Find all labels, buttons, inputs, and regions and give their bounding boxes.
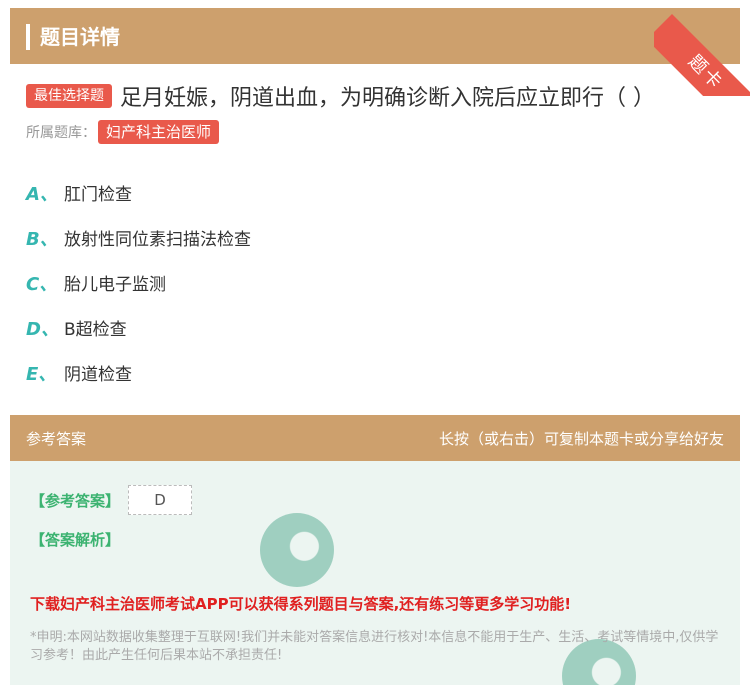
option-letter: A、 <box>26 183 58 205</box>
option-d[interactable]: D、 B超检查 <box>26 305 251 350</box>
answer-value: D <box>128 485 193 515</box>
options-list: A、 肛门检查 B、 放射性同位素扫描法检查 C、 胎儿电子监测 D、 B超检查… <box>26 170 251 395</box>
question-type-tag: 最佳选择题 <box>26 84 112 108</box>
option-text: 胎儿电子监测 <box>64 275 166 295</box>
header-bar: 题目详情 <box>10 8 740 64</box>
answer-header-bar: 参考答案 长按（或右击）可复制本题卡或分享给好友 <box>10 415 740 461</box>
option-letter: E、 <box>26 363 57 385</box>
header-accent-bar <box>26 24 30 50</box>
option-c[interactable]: C、 胎儿电子监测 <box>26 260 251 305</box>
option-letter: D、 <box>26 318 59 340</box>
page-title: 题目详情 <box>40 25 120 49</box>
option-e[interactable]: E、 阴道检查 <box>26 350 251 395</box>
option-text: 放射性同位素扫描法检查 <box>64 230 251 250</box>
option-a[interactable]: A、 肛门检查 <box>26 170 251 215</box>
question-bank-tag[interactable]: 妇产科主治医师 <box>98 120 220 144</box>
disclaimer-text: *申明:本网站数据收集整理于互联网!我们并未能对答案信息进行核对!本信息不能用于… <box>30 630 719 663</box>
option-text: 阴道检查 <box>64 365 132 385</box>
answer-panel: 【参考答案】 D 【答案解析】 下载妇产科主治医师考试APP可以获得系列题目与答… <box>10 461 740 685</box>
question-block: 最佳选择题 足月妊娠，阴道出血，为明确诊断入院后应立即行（ ） 所属题库： 妇产… <box>26 80 736 144</box>
share-hint: 长按（或右击）可复制本题卡或分享给好友 <box>438 430 724 448</box>
option-b[interactable]: B、 放射性同位素扫描法检查 <box>26 215 251 260</box>
question-text: 足月妊娠，阴道出血，为明确诊断入院后应立即行（ ） <box>120 86 655 111</box>
answer-header-title: 参考答案 <box>26 430 87 448</box>
option-letter: B、 <box>26 228 58 250</box>
app-download-promo[interactable]: 下载妇产科主治医师考试APP可以获得系列题目与答案,还有练习等更多学习功能! <box>30 593 571 614</box>
option-text: 肛门检查 <box>64 185 132 205</box>
option-letter: C、 <box>26 273 58 295</box>
watermark-logo-icon <box>260 513 334 587</box>
question-bank-label: 所属题库： <box>26 125 96 141</box>
answer-label: 【参考答案】 <box>30 491 121 510</box>
analysis-label: 【答案解析】 <box>30 531 121 549</box>
option-text: B超检查 <box>64 320 127 340</box>
